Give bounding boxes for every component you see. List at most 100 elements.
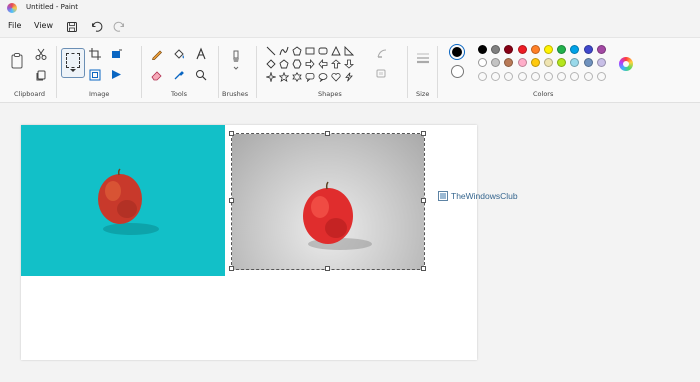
four-point-star-icon[interactable] [266,72,276,82]
view-menu[interactable]: View [34,21,53,30]
color-swatch[interactable] [504,58,514,67]
oval-callout-icon[interactable] [318,72,328,82]
resize-handle[interactable] [421,198,426,203]
resize-handle[interactable] [229,198,234,203]
resize-handle[interactable] [229,131,234,136]
lightning-icon[interactable] [344,72,354,82]
resize-handle[interactable] [421,131,426,136]
rounded-rectangle-icon[interactable] [318,46,328,56]
empty-color-slot[interactable] [557,72,567,81]
color-swatch[interactable] [530,45,540,54]
color-swatch[interactable] [544,58,553,67]
colors-group-label: Colors [533,90,554,98]
line-size-icon[interactable] [415,50,431,66]
undo-icon[interactable] [90,19,104,33]
cut-icon[interactable] [34,47,48,61]
pencil-icon[interactable] [150,47,164,61]
tools-group-label: Tools [171,90,188,98]
color-swatch[interactable] [583,45,593,54]
color-swatch[interactable] [570,45,580,54]
empty-color-slot[interactable] [596,72,606,81]
polygon-icon[interactable] [292,46,302,56]
resize-handle[interactable] [421,266,426,271]
secondary-color-selector[interactable] [451,65,464,78]
color-swatch[interactable] [557,58,567,67]
copy-icon[interactable] [34,68,48,82]
empty-color-slot[interactable] [530,72,540,81]
line-icon[interactable] [266,46,276,56]
empty-color-slot[interactable] [570,72,580,81]
rectangle-icon[interactable] [305,46,315,56]
selection-box[interactable] [229,131,426,271]
resize-handle[interactable] [325,266,330,271]
magnifier-icon[interactable] [194,68,208,82]
empty-color-slot[interactable] [478,72,487,81]
color-swatch[interactable] [596,58,606,67]
color-swatch[interactable] [517,45,527,54]
menu-bar: File View [0,16,700,36]
drawing-canvas[interactable]: TheWindowsClub [21,125,518,360]
chevron-down-icon [70,69,76,72]
crop-icon[interactable] [88,47,102,61]
down-arrow-icon[interactable] [344,59,354,69]
color-swatch[interactable] [504,45,514,54]
fill-icon[interactable] [172,47,186,61]
resize-handle[interactable] [325,131,330,136]
pentagon-icon[interactable] [279,59,289,69]
color-swatch[interactable] [530,58,540,67]
empty-color-slot[interactable] [504,72,514,81]
redo-icon[interactable] [112,19,126,33]
ribbon-divider [56,46,57,98]
shapes-group-label: Shapes [318,90,342,98]
ribbon-divider [437,46,438,98]
paste-icon[interactable] [10,52,24,70]
text-icon[interactable] [194,47,208,61]
curve-icon[interactable] [279,46,289,56]
apple-photo-left [98,168,159,235]
color-swatch[interactable] [596,45,606,54]
select-button[interactable] [61,48,85,78]
empty-color-slot[interactable] [583,72,593,81]
color-swatch[interactable] [491,58,501,67]
color-picker-icon[interactable] [172,68,186,82]
color-swatch[interactable] [478,45,487,54]
save-icon[interactable] [65,19,79,33]
color-swatch[interactable] [491,45,501,54]
color-swatch[interactable] [517,58,527,67]
eraser-icon[interactable] [150,68,164,82]
right-arrow-icon[interactable] [305,59,315,69]
color-swatch[interactable] [557,45,567,54]
triangle-icon[interactable] [331,46,341,56]
shape-fill-icon[interactable] [375,66,389,80]
color-swatch[interactable] [544,45,553,54]
paint-app-icon [7,3,17,13]
empty-color-slot[interactable] [544,72,553,81]
empty-color-slot[interactable] [491,72,501,81]
heart-icon[interactable] [331,72,341,82]
primary-color-selector[interactable] [449,44,465,60]
six-point-star-icon[interactable] [292,72,302,82]
rounded-callout-icon[interactable] [305,72,315,82]
brush-icon[interactable] [229,49,243,71]
image-adjust-icon[interactable] [110,47,124,61]
five-point-star-icon[interactable] [279,72,289,82]
up-arrow-icon[interactable] [331,59,341,69]
color-swatch[interactable] [478,58,487,67]
hexagon-icon[interactable] [292,59,302,69]
left-arrow-icon[interactable] [318,59,328,69]
size-group-label: Size [416,90,430,98]
file-menu[interactable]: File [8,21,21,30]
empty-color-slot[interactable] [517,72,527,81]
diamond-icon[interactable] [266,59,276,69]
rotate-icon[interactable] [110,68,124,82]
resize-icon[interactable] [88,68,102,82]
color-swatch[interactable] [583,58,593,67]
color-swatch[interactable] [570,58,580,67]
resize-handle[interactable] [229,266,234,271]
ribbon-divider [141,46,142,98]
right-triangle-icon[interactable] [344,46,354,56]
edit-colors-icon[interactable] [619,57,633,71]
shape-outline-icon[interactable] [375,47,389,61]
apple-image-teal [21,125,225,276]
select-icon [66,53,80,68]
